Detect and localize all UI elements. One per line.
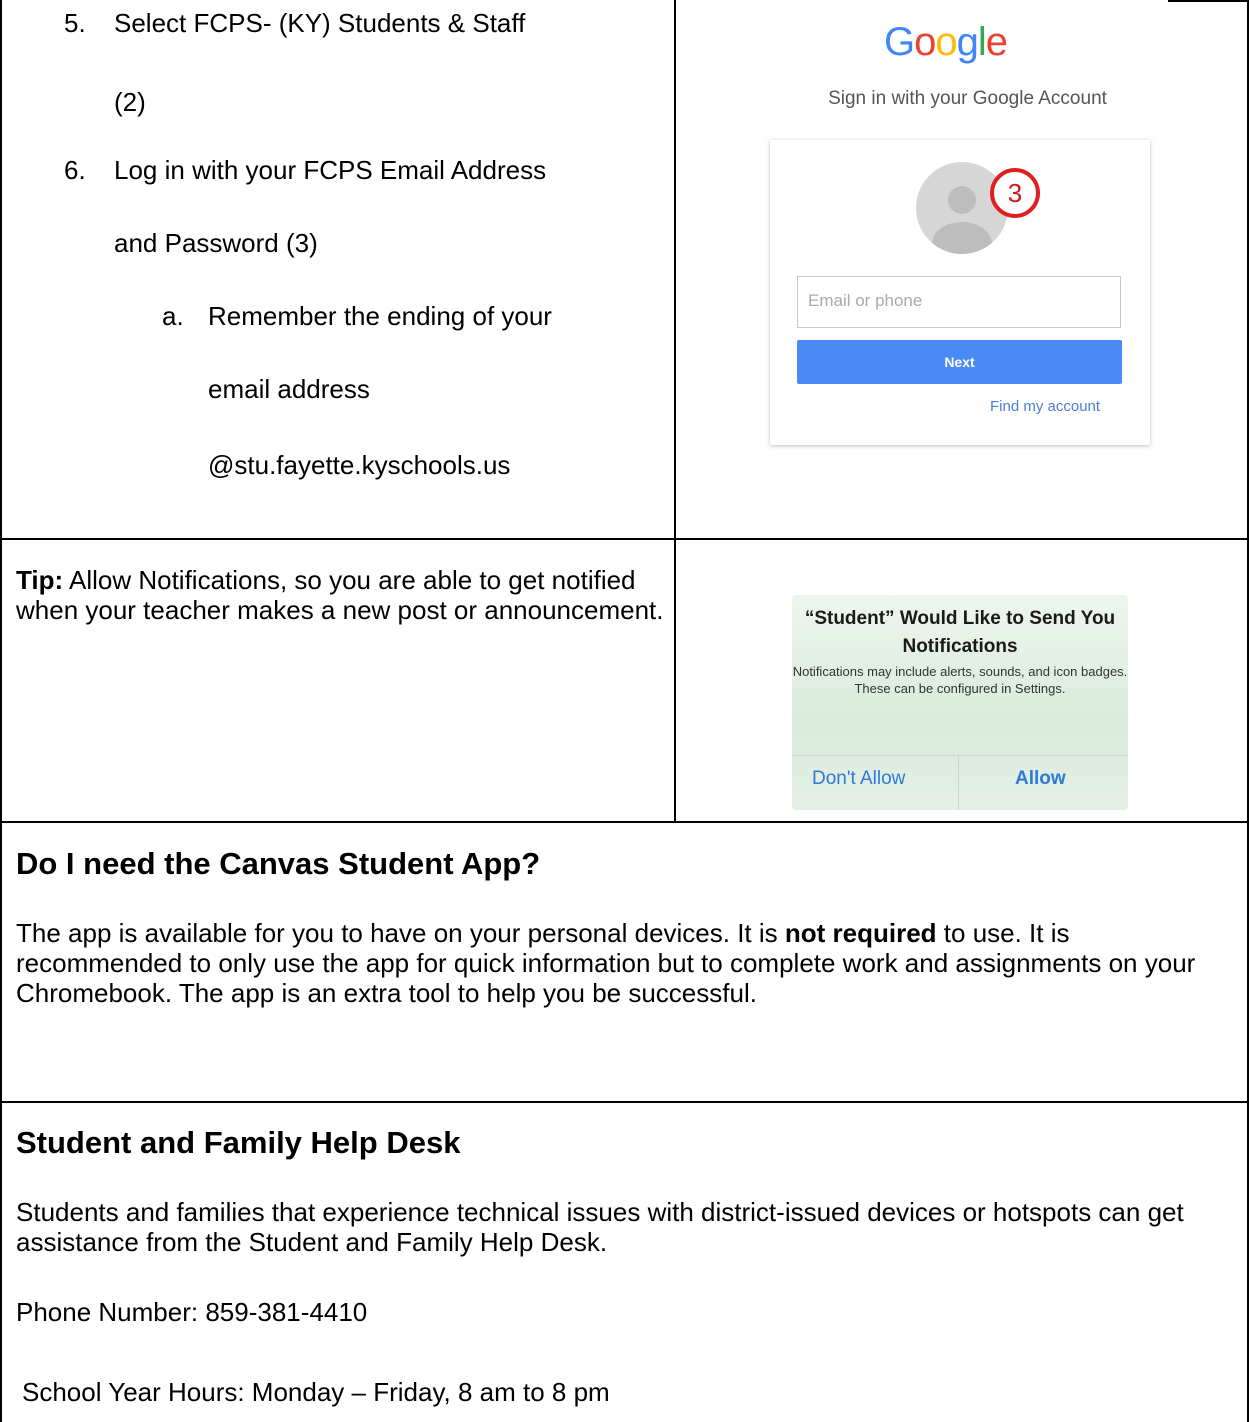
- help-desk-hours: School Year Hours: Monday – Friday, 8 am…: [22, 1377, 610, 1407]
- google-logo-letter: g: [956, 20, 979, 64]
- email-input[interactable]: Email or phone: [797, 276, 1121, 328]
- dont-allow-button[interactable]: Don't Allow: [812, 768, 905, 790]
- email-domain: @stu.fayette.kyschools.us: [208, 450, 511, 480]
- top-border-right: [1168, 0, 1249, 2]
- row-divider-2: [0, 821, 1249, 823]
- notification-message: Notifications may include alerts, sounds…: [792, 664, 1128, 696]
- step-5-text: Select FCPS- (KY) Students & Staff: [114, 8, 526, 38]
- notification-title: “Student” Would Like to Send You Notific…: [804, 608, 1116, 657]
- canvas-app-emphasis: not required: [784, 918, 937, 948]
- step-6-text-cont: and Password (3): [114, 228, 318, 258]
- canvas-app-paragraph: The app is available for you to have on …: [16, 918, 1236, 1008]
- google-signin-subtitle: Sign in with your Google Account: [828, 88, 1107, 109]
- google-logo-letter: o: [914, 20, 936, 64]
- row-divider-3: [0, 1101, 1249, 1103]
- help-desk-intro: Students and families that experience te…: [16, 1197, 1184, 1257]
- step-6a-letter: a.: [162, 301, 184, 331]
- row-divider-1: [0, 538, 1249, 540]
- google-logo-letter: l: [977, 20, 987, 64]
- step-5-number: 5.: [64, 8, 86, 38]
- google-logo-letter: e: [985, 20, 1008, 64]
- canvas-app-text-1: The app is available for you to have on …: [16, 918, 785, 948]
- tip-text: Tip: Allow Notifications, so you are abl…: [16, 565, 666, 625]
- help-desk-phone: Phone Number: 859-381-4410: [16, 1297, 368, 1327]
- allow-button[interactable]: Allow: [1015, 768, 1066, 790]
- step-6a-text: Remember the ending of your: [208, 301, 552, 331]
- tip-label: Tip:: [16, 565, 64, 595]
- table-column-divider: [674, 0, 676, 822]
- step-5-text-cont: (2): [114, 87, 146, 117]
- find-account-link[interactable]: Find my account: [990, 398, 1100, 415]
- google-logo-letter: o: [935, 20, 957, 64]
- table-border-left: [0, 0, 2, 1422]
- help-desk-heading: Student and Family Help Desk: [16, 1125, 461, 1160]
- canvas-app-heading: Do I need the Canvas Student App?: [16, 846, 541, 881]
- dialog-divider: [792, 755, 1128, 756]
- google-logo-letter: G: [884, 20, 915, 64]
- tip-body: Allow Notifications, so you are able to …: [16, 565, 664, 625]
- step-6a-text-cont: email address: [208, 374, 370, 404]
- next-button[interactable]: Next: [797, 340, 1122, 384]
- callout-number-badge: 3: [990, 168, 1040, 218]
- step-6-number: 6.: [64, 155, 86, 185]
- step-6-text: Log in with your FCPS Email Address: [114, 155, 547, 185]
- button-divider: [958, 756, 959, 810]
- google-logo: Google: [884, 20, 1008, 65]
